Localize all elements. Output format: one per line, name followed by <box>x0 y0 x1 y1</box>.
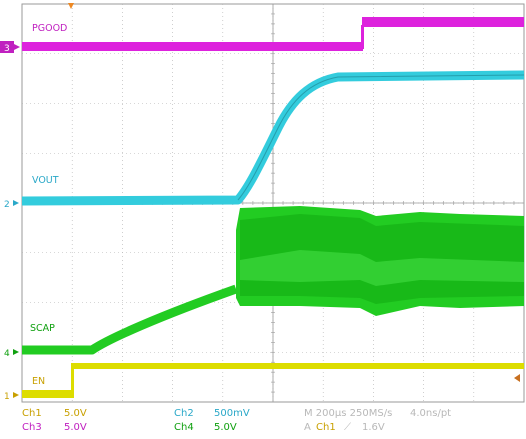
ch2-scale[interactable]: 500mV <box>214 408 250 419</box>
trigger-level[interactable]: 1.6V <box>362 422 385 433</box>
ch3-scale[interactable]: 5.0V <box>64 422 87 433</box>
resolution-readout: 4.0ns/pt <box>410 408 451 419</box>
svg-text:1: 1 <box>4 392 10 402</box>
ch4-name: Ch4 <box>174 422 194 433</box>
scap-ground-marker[interactable]: 4 <box>4 349 19 359</box>
en-ground-marker[interactable]: 1 <box>4 392 19 402</box>
pgood-ground-marker[interactable]: 3 <box>0 41 20 54</box>
ch2-name: Ch2 <box>174 408 194 419</box>
ch1-scale[interactable]: 5.0V <box>64 408 87 419</box>
timebase-readout[interactable]: M 200µs 250MS/s <box>304 408 392 419</box>
vout-ground-marker[interactable]: 2 <box>4 200 19 210</box>
status-bar: Ch1 5.0V Ch3 5.0V Ch2 500mV Ch4 5.0V M 2… <box>22 408 451 433</box>
scap-label: SCAP <box>30 323 55 334</box>
trigger-position-marker <box>68 3 74 9</box>
svg-text:3: 3 <box>4 44 10 54</box>
pgood-label: PGOOD <box>32 23 67 34</box>
svg-text:2: 2 <box>4 200 10 210</box>
vout-label: VOUT <box>32 175 59 186</box>
oscilloscope-screen: 3 2 4 1 PGOOD VOUT SCAP EN Ch1 5.0V Ch3 … <box>0 3 525 433</box>
en-label: EN <box>32 376 45 387</box>
trigger-mode: A <box>304 422 311 433</box>
ch3-name: Ch3 <box>22 422 42 433</box>
trigger-level-marker[interactable] <box>514 374 520 382</box>
ch1-name: Ch1 <box>22 408 42 419</box>
trigger-slope-icon: ⟋ <box>344 422 351 433</box>
trigger-source[interactable]: Ch1 <box>316 422 336 433</box>
svg-text:4: 4 <box>4 349 10 359</box>
ch4-scale[interactable]: 5.0V <box>214 422 237 433</box>
